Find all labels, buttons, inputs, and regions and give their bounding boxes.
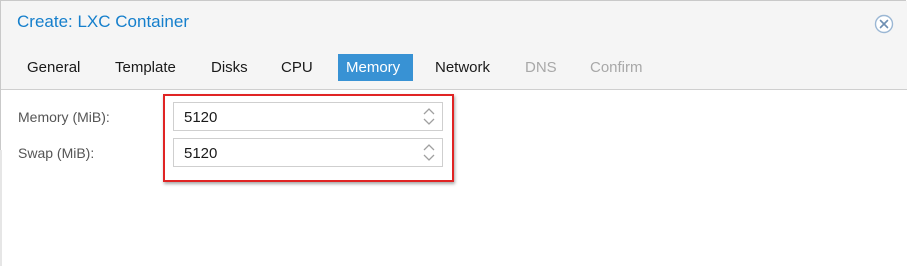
tab-dns: DNS bbox=[525, 59, 557, 76]
dialog-title: Create: LXC Container bbox=[17, 12, 189, 31]
highlight-box bbox=[163, 94, 454, 182]
close-icon[interactable] bbox=[874, 14, 894, 34]
tab-confirm: Confirm bbox=[590, 59, 643, 76]
tab-network[interactable]: Network bbox=[427, 54, 498, 81]
tab-general[interactable]: General bbox=[19, 54, 88, 81]
tab-template[interactable]: Template bbox=[107, 54, 184, 81]
tab-cpu[interactable]: CPU bbox=[273, 54, 321, 81]
tab-memory[interactable]: Memory bbox=[338, 54, 413, 81]
memory-panel bbox=[1, 90, 907, 267]
tab-disks[interactable]: Disks bbox=[203, 54, 256, 81]
dialog-header: Create: LXC Container bbox=[1, 1, 907, 46]
memory-label: Memory (MiB): bbox=[18, 109, 110, 125]
swap-label: Swap (MiB): bbox=[18, 145, 95, 161]
window-edge bbox=[0, 150, 2, 266]
wizard-tabbar: General Template Disks CPU Memory Networ… bbox=[1, 46, 907, 90]
